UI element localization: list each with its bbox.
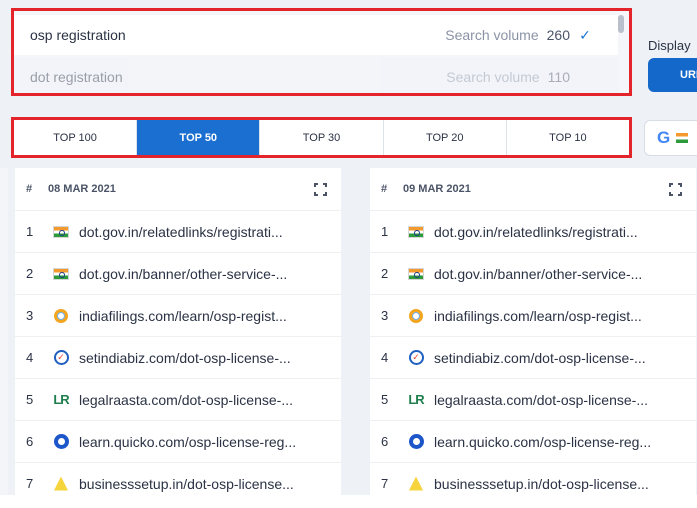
keyword-text: osp registration <box>30 27 126 43</box>
keyword-text: dot registration <box>30 69 123 85</box>
serp-row[interactable]: 3 indiafilings.com/learn/osp-regist... <box>370 294 696 336</box>
quicko-icon <box>408 434 424 450</box>
businesssetup-icon <box>408 476 424 492</box>
rank-number: 4 <box>381 350 389 365</box>
rank-number: 3 <box>26 308 34 323</box>
india-flag-icon <box>53 266 69 282</box>
google-icon: G <box>657 128 671 147</box>
tab-top-100[interactable]: TOP 100 <box>14 120 138 155</box>
result-url[interactable]: dot.gov.in/banner/other-service-... <box>79 266 299 282</box>
expand-icon[interactable] <box>314 182 327 196</box>
setindiabiz-icon: ✓ <box>53 350 69 366</box>
bottom-edge <box>0 495 697 508</box>
volume-label: Search volume <box>446 69 540 85</box>
top-filter-tabs: TOP 100 TOP 50 TOP 30 TOP 20 TOP 10 <box>11 117 632 158</box>
keyword-volume: Search volume 260 ✓ <box>445 27 592 44</box>
rank-number: 1 <box>381 224 389 239</box>
result-url[interactable]: businesssetup.in/dot-osp-license... <box>79 476 299 492</box>
quicko-icon <box>53 434 69 450</box>
rank-header: # <box>26 183 33 195</box>
serp-row[interactable]: 1 dot.gov.in/relatedlinks/registrati... <box>15 210 341 252</box>
column-header: # 08 MAR 2021 <box>15 168 341 210</box>
keyword-option-dot-registration[interactable]: dot registration Search volume 110 <box>14 57 618 93</box>
rank-number: 2 <box>381 266 389 281</box>
dropdown-scrollbar[interactable] <box>618 15 624 33</box>
serp-row[interactable]: 1 dot.gov.in/relatedlinks/registrati... <box>370 210 696 252</box>
serp-row[interactable]: 3 indiafilings.com/learn/osp-regist... <box>15 294 341 336</box>
indiafilings-icon <box>408 308 424 324</box>
result-url[interactable]: legalraasta.com/dot-osp-license-... <box>79 392 299 408</box>
rank-number: 6 <box>26 434 34 449</box>
serp-row[interactable]: 4 ✓ setindiabiz.com/dot-osp-license-... <box>370 336 696 378</box>
volume-value: 260 <box>546 27 570 43</box>
serp-row[interactable]: 4 ✓ setindiabiz.com/dot-osp-license-... <box>15 336 341 378</box>
expand-icon[interactable] <box>669 182 682 196</box>
rank-number: 7 <box>381 476 389 491</box>
result-url[interactable]: dot.gov.in/relatedlinks/registrati... <box>79 224 299 240</box>
rank-number: 7 <box>26 476 34 491</box>
businesssetup-icon <box>53 476 69 492</box>
result-url[interactable]: legalraasta.com/dot-osp-license-... <box>434 392 654 408</box>
rank-number: 5 <box>381 392 389 407</box>
rank-number: 1 <box>26 224 34 239</box>
result-url[interactable]: indiafilings.com/learn/osp-regist... <box>79 308 299 324</box>
serp-row[interactable]: 2 dot.gov.in/banner/other-service-... <box>15 252 341 294</box>
keyword-volume: Search volume 110 <box>446 69 592 85</box>
legalraasta-icon: LR <box>53 392 69 407</box>
indiafilings-icon <box>53 308 69 324</box>
result-url[interactable]: dot.gov.in/relatedlinks/registrati... <box>434 224 654 240</box>
rank-number: 6 <box>381 434 389 449</box>
result-url[interactable]: businesssetup.in/dot-osp-license... <box>434 476 654 492</box>
result-url[interactable]: learn.quicko.com/osp-license-reg... <box>79 434 299 450</box>
serp-column-08-mar: # 08 MAR 2021 1 dot.gov.in/relatedlinks/r… <box>15 168 341 500</box>
setindiabiz-icon: ✓ <box>408 350 424 366</box>
india-flag-icon <box>676 133 689 143</box>
serp-row[interactable]: 6 learn.quicko.com/osp-license-reg... <box>15 420 341 462</box>
left-edge <box>0 168 8 508</box>
column-date: 09 MAR 2021 <box>403 183 471 195</box>
result-url[interactable]: dot.gov.in/banner/other-service-... <box>434 266 654 282</box>
tab-top-20[interactable]: TOP 20 <box>384 120 507 155</box>
url-display-button[interactable]: URL <box>648 58 697 92</box>
tab-top-10[interactable]: TOP 10 <box>507 120 629 155</box>
result-url[interactable]: setindiabiz.com/dot-osp-license-... <box>79 350 299 366</box>
search-engine-button[interactable]: G <box>644 120 697 156</box>
tab-top-30[interactable]: TOP 30 <box>260 120 384 155</box>
serp-row[interactable]: 6 learn.quicko.com/osp-license-reg... <box>370 420 696 462</box>
check-icon: ✓ <box>579 26 591 43</box>
rank-number: 2 <box>26 266 34 281</box>
india-flag-icon <box>53 224 69 240</box>
serp-row[interactable]: 5 LR legalraasta.com/dot-osp-license-... <box>370 378 696 420</box>
serp-column-09-mar: # 09 MAR 2021 1 dot.gov.in/relatedlinks/r… <box>370 168 696 500</box>
rank-header: # <box>381 183 388 195</box>
india-flag-icon <box>408 266 424 282</box>
keyword-dropdown: osp registration Search volume 260 ✓ dot… <box>11 8 632 96</box>
serp-row[interactable]: 2 dot.gov.in/banner/other-service-... <box>370 252 696 294</box>
tab-top-50[interactable]: TOP 50 <box>137 120 261 155</box>
rank-number: 4 <box>26 350 34 365</box>
legalraasta-icon: LR <box>408 392 424 407</box>
column-date: 08 MAR 2021 <box>48 183 116 195</box>
india-flag-icon <box>408 224 424 240</box>
display-label: Display <box>648 38 691 53</box>
result-url[interactable]: learn.quicko.com/osp-license-reg... <box>434 434 654 450</box>
serp-row[interactable]: 5 LR legalraasta.com/dot-osp-license-... <box>15 378 341 420</box>
column-header: # 09 MAR 2021 <box>370 168 696 210</box>
volume-value: 110 <box>547 69 570 85</box>
volume-label: Search volume <box>445 27 539 43</box>
result-url[interactable]: setindiabiz.com/dot-osp-license-... <box>434 350 654 366</box>
keyword-option-osp-registration[interactable]: osp registration Search volume 260 ✓ <box>14 15 618 55</box>
rank-number: 5 <box>26 392 34 407</box>
result-url[interactable]: indiafilings.com/learn/osp-regist... <box>434 308 654 324</box>
rank-number: 3 <box>381 308 389 323</box>
